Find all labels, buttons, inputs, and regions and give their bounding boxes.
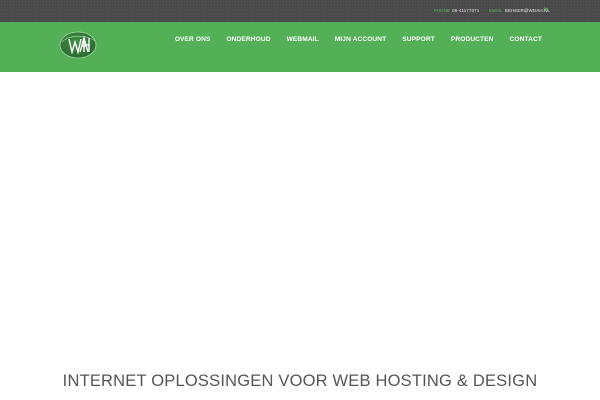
linkedin-icon[interactable]: in [544, 7, 548, 13]
email-label: EMAIL [488, 8, 503, 13]
contact-info: PHONE 06-41177071 EMAIL BEHEER@WDAH.NL [434, 8, 550, 13]
wdah-logo-icon [59, 31, 97, 59]
email-info[interactable]: EMAIL BEHEER@WDAH.NL [489, 8, 550, 13]
phone-value: 06-41177071 [452, 8, 480, 13]
nav-item-contact[interactable]: CONTACT [502, 36, 542, 43]
site-logo[interactable] [58, 30, 98, 60]
top-bar: PHONE 06-41177071 EMAIL BEHEER@WDAH.NL in [0, 0, 600, 22]
nav-item-support[interactable]: SUPPORT [394, 36, 443, 43]
nav-item-onderhoud[interactable]: ONDERHOUD [218, 36, 278, 43]
nav-item-webmail[interactable]: WEBMAIL [279, 36, 327, 43]
phone-label: PHONE [433, 8, 451, 13]
hero-headline: INTERNET OPLOSSINGEN VOOR WEB HOSTING & … [62, 372, 538, 390]
nav-item-producten[interactable]: PRODUCTEN [443, 36, 502, 43]
nav-item-mijn-account[interactable]: MIJN ACCOUNT [327, 36, 395, 43]
phone-info[interactable]: PHONE 06-41177071 [434, 8, 481, 13]
main-nav: OVER ONS ONDERHOUD WEBMAIL MIJN ACCOUNT … [167, 36, 542, 43]
nav-item-over-ons[interactable]: OVER ONS [167, 36, 219, 43]
